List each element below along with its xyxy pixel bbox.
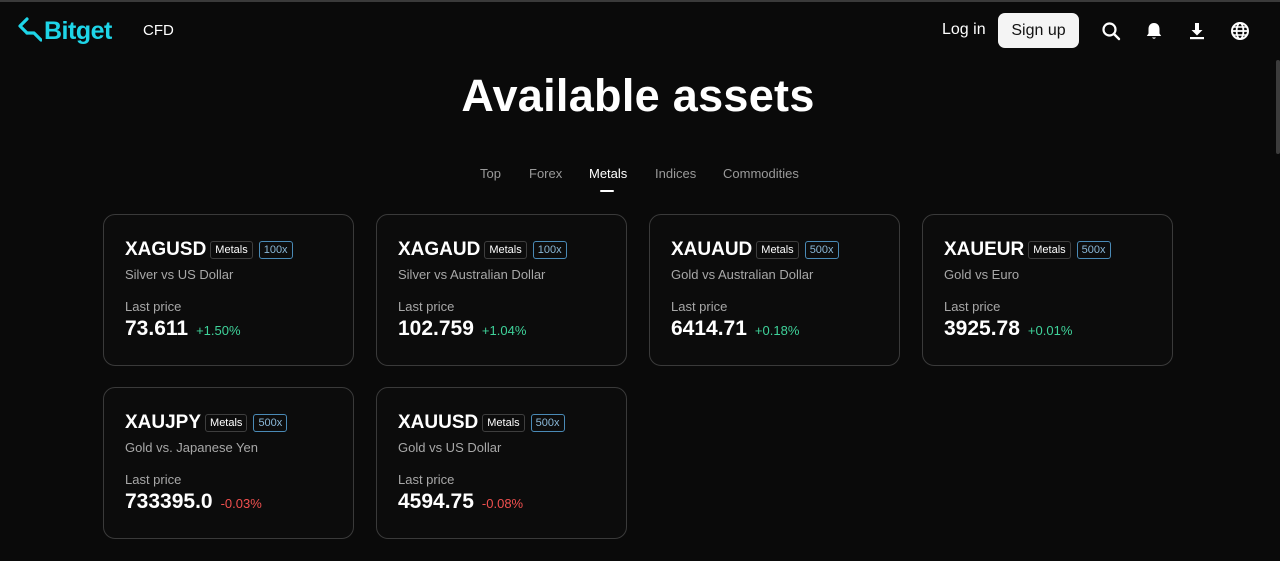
logo-text: Bitget	[44, 16, 112, 45]
last-price-label: Last price	[944, 299, 1001, 314]
asset-symbol: XAGUSD	[125, 239, 207, 260]
price-row: 733395.0 -0.03%	[125, 490, 262, 514]
category-badge: Metals	[756, 241, 799, 259]
active-tab-indicator	[600, 190, 614, 192]
card-header: XAUEUR Metals 500x	[944, 239, 1111, 261]
category-badge: Metals	[484, 241, 527, 259]
price-change: +1.50%	[196, 323, 241, 338]
asset-description: Silver vs US Dollar	[125, 267, 234, 282]
last-price: 733395.0	[125, 490, 213, 513]
price-change: +0.18%	[754, 323, 800, 338]
asset-description: Gold vs US Dollar	[398, 440, 502, 455]
bell-icon[interactable]	[1143, 20, 1165, 42]
asset-symbol: XAUAUD	[671, 239, 753, 260]
bitget-logo-icon	[18, 17, 42, 42]
asset-card-xaujpy[interactable]: XAUJPY Metals 500x Gold vs. Japanese Yen…	[103, 387, 354, 539]
asset-description: Gold vs Euro	[944, 267, 1020, 282]
card-header: XAGUSD Metals 100x	[125, 239, 293, 261]
page-scrollbar[interactable]	[1276, 60, 1280, 154]
asset-tabs: Top Forex Metals Indices Commodities	[0, 166, 1280, 196]
bitget-logo[interactable]: Bitget	[18, 16, 112, 46]
card-header: XAGAUD Metals 100x	[398, 239, 567, 261]
asset-symbol: XAGAUD	[398, 239, 481, 260]
tab-top[interactable]: Top	[480, 166, 501, 181]
card-header: XAUUSD Metals 500x	[398, 412, 565, 434]
category-badge: Metals	[210, 241, 253, 259]
search-icon[interactable]	[1100, 20, 1122, 42]
leverage-badge: 100x	[532, 241, 567, 259]
last-price: 3925.78	[944, 317, 1020, 340]
price-row: 3925.78 +0.01%	[944, 317, 1072, 341]
price-row: 102.759 +1.04%	[398, 317, 526, 341]
download-icon[interactable]	[1186, 20, 1208, 42]
card-header: XAUJPY Metals 500x	[125, 412, 288, 434]
last-price: 4594.75	[398, 490, 474, 513]
leverage-badge: 500x	[253, 414, 288, 432]
asset-symbol: XAUEUR	[944, 239, 1025, 260]
leverage-badge: 500x	[1076, 241, 1111, 259]
category-badge: Metals	[482, 414, 525, 432]
site-header: Bitget CFD Log in Sign up	[0, 2, 1280, 58]
signup-button[interactable]: Sign up	[998, 13, 1079, 48]
asset-description: Silver vs Australian Dollar	[398, 267, 546, 282]
tab-forex[interactable]: Forex	[529, 166, 562, 181]
card-header: XAUAUD Metals 500x	[671, 239, 839, 261]
asset-card-xauaud[interactable]: XAUAUD Metals 500x Gold vs Australian Do…	[649, 214, 900, 366]
tab-commodities[interactable]: Commodities	[723, 166, 799, 181]
price-change: +1.04%	[481, 323, 527, 338]
asset-card-xaueur[interactable]: XAUEUR Metals 500x Gold vs Euro Last pri…	[922, 214, 1173, 366]
price-change: -0.03%	[220, 496, 262, 511]
last-price: 6414.71	[671, 317, 747, 340]
last-price: 73.611	[125, 317, 189, 340]
login-link[interactable]: Log in	[942, 21, 986, 39]
category-badge: Metals	[1028, 241, 1071, 259]
asset-description: Gold vs. Japanese Yen	[125, 440, 258, 455]
last-price: 102.759	[398, 317, 474, 340]
asset-symbol: XAUJPY	[125, 412, 202, 433]
page-title: Available assets	[461, 70, 815, 121]
nav-cfd-link[interactable]: CFD	[143, 22, 174, 39]
leverage-badge: 500x	[530, 414, 565, 432]
asset-card-xagaud[interactable]: XAGAUD Metals 100x Silver vs Australian …	[376, 214, 627, 366]
asset-symbol: XAUUSD	[398, 412, 479, 433]
tab-metals[interactable]: Metals	[589, 166, 627, 181]
tab-indices[interactable]: Indices	[655, 166, 696, 181]
price-row: 73.611 +1.50%	[125, 317, 241, 341]
last-price-label: Last price	[125, 472, 182, 487]
last-price-label: Last price	[398, 472, 455, 487]
leverage-badge: 500x	[804, 241, 839, 259]
price-change: +0.01%	[1027, 323, 1073, 338]
asset-description: Gold vs Australian Dollar	[671, 267, 814, 282]
price-row: 4594.75 -0.08%	[398, 490, 523, 514]
leverage-badge: 100x	[258, 241, 293, 259]
last-price-label: Last price	[398, 299, 455, 314]
asset-card-xagusd[interactable]: XAGUSD Metals 100x Silver vs US Dollar L…	[103, 214, 354, 366]
globe-icon[interactable]	[1229, 20, 1251, 42]
last-price-label: Last price	[125, 299, 182, 314]
category-badge: Metals	[205, 414, 248, 432]
last-price-label: Last price	[671, 299, 728, 314]
price-change: -0.08%	[481, 496, 524, 511]
asset-card-xauusd[interactable]: XAUUSD Metals 500x Gold vs US Dollar Las…	[376, 387, 627, 539]
price-row: 6414.71 +0.18%	[671, 317, 799, 341]
